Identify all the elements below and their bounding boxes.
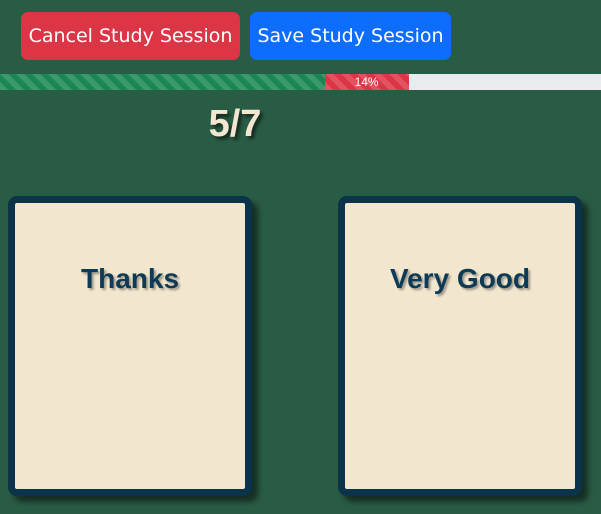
progress-correct-segment [0,74,325,90]
save-study-session-button[interactable]: Save Study Session [250,12,451,60]
cancel-study-session-button[interactable]: Cancel Study Session [21,12,240,60]
flashcard-left-label: Thanks [80,263,180,294]
flashcard-left[interactable]: Thanks [8,196,252,496]
flashcard-right-label: Very Good [389,263,531,294]
study-progress-bar: 14% [0,74,601,90]
flashcard-right[interactable]: Very Good [338,196,582,496]
study-session-page: Cancel Study Session Save Study Session … [0,0,601,514]
card-counter: 5/7 [208,103,262,145]
progress-incorrect-segment: 14% [324,74,409,90]
